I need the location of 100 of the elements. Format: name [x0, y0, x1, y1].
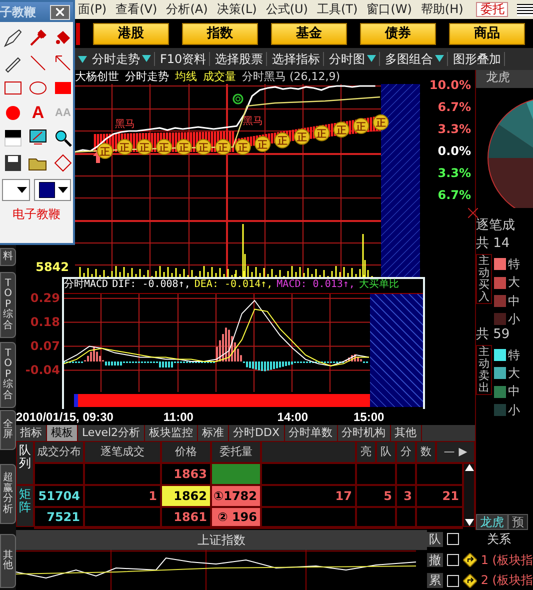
- checkbox[interactable]: [446, 533, 459, 546]
- row-label: 撤: [426, 552, 443, 568]
- market-button[interactable]: 基金: [271, 22, 347, 44]
- indicator-tab[interactable]: 模板: [47, 425, 78, 441]
- menu-item[interactable]: 工具(T): [316, 2, 358, 17]
- side-tab[interactable]: 料: [0, 248, 16, 266]
- dropdown-triangle-icon[interactable]: [367, 55, 376, 62]
- index-panel-title: 上证指数: [16, 530, 427, 550]
- legend-label: 中: [508, 384, 520, 399]
- line-icon[interactable]: [28, 53, 48, 73]
- axis-label: 3.3%: [438, 122, 471, 138]
- nav-control[interactable]: ▶: [458, 445, 468, 459]
- signal-marker: 正: [314, 125, 330, 142]
- dropdown-triangle-icon[interactable]: [435, 55, 444, 62]
- menu-item[interactable]: 查看(V): [116, 2, 158, 17]
- legend-label: 中: [508, 294, 520, 308]
- table-cell: 1: [84, 485, 161, 507]
- chart-header-label: 分时走势: [125, 70, 169, 84]
- diamond-icon: [462, 574, 477, 588]
- column-header: 成交分布: [34, 441, 84, 463]
- toolbar-button[interactable]: F10资料: [157, 52, 210, 66]
- order-button[interactable]: 委托: [476, 2, 508, 18]
- table-cell: [396, 507, 416, 527]
- column-header: 亮: [356, 441, 376, 463]
- filled-circle-icon[interactable]: [3, 103, 23, 123]
- toolbar-button[interactable]: 分时走势: [89, 52, 155, 66]
- axis-label: 0.29: [30, 291, 60, 306]
- menu-item[interactable]: 公式(U): [266, 2, 308, 17]
- legend-label: MACD: [276, 279, 301, 290]
- color-dropdown[interactable]: [34, 179, 71, 201]
- column-header: 逐笔成交: [84, 441, 161, 463]
- signal-marker: 正: [234, 139, 251, 155]
- scroll-bar[interactable]: [463, 463, 475, 527]
- table-cell: [34, 463, 84, 485]
- menu-item[interactable]: 分析(A): [166, 2, 208, 17]
- caret-icon: [58, 187, 68, 193]
- panel-tab[interactable]: 预: [508, 514, 528, 530]
- caret-icon: [16, 187, 27, 193]
- checkbox[interactable]: [446, 554, 459, 566]
- legend-label: 特: [508, 348, 520, 362]
- side-tab[interactable]: TOP综合: [0, 272, 16, 338]
- toolbar-button[interactable]: 分时图: [326, 52, 380, 66]
- price-cell: 1861: [161, 507, 211, 527]
- panel-tab[interactable]: 龙虎: [476, 514, 508, 530]
- pencil-icon[interactable]: [3, 28, 23, 48]
- toolbar-button[interactable]: 图形叠加: [450, 52, 506, 66]
- market-button[interactable]: 债券: [360, 22, 436, 44]
- row-label: 队: [426, 532, 443, 547]
- text-tool[interactable]: A: [32, 103, 44, 123]
- menu-item[interactable]: 窗口(W): [366, 2, 412, 17]
- time-axis-label: 2010/01/15, 09:30: [16, 410, 114, 424]
- close-icon[interactable]: [468, 208, 478, 218]
- volume-max-label: 5842: [36, 260, 69, 274]
- axis-label: -0.04: [25, 363, 60, 378]
- signal-marker: 正: [116, 139, 133, 155]
- search-icon[interactable]: [53, 128, 73, 148]
- side-tab[interactable]: TOP综合: [0, 342, 16, 408]
- table-cell: 21: [416, 485, 463, 507]
- relation-label: 1 (板块指: [480, 552, 533, 568]
- contrast-swatch-icon[interactable]: [3, 128, 23, 148]
- line-width-dropdown[interactable]: [2, 179, 30, 201]
- toolbar-button[interactable]: 选择股票: [212, 52, 268, 66]
- window-title: 子教鞭: [0, 4, 36, 20]
- color-swatch-icon: [39, 182, 55, 198]
- vertical-label: 矩阵: [16, 485, 34, 527]
- nav-control[interactable]: —: [444, 445, 455, 459]
- side-label: 主动卖出: [476, 344, 492, 395]
- order-cell: ①1782: [211, 485, 261, 507]
- time-axis-label: 15:00: [354, 410, 384, 424]
- diamond-icon[interactable]: [53, 153, 73, 173]
- legend-label: 特: [508, 257, 520, 272]
- toolbar-button[interactable]: 选择指标: [269, 52, 324, 66]
- market-button[interactable]: 港股: [93, 22, 169, 44]
- column-header: 分: [396, 441, 416, 463]
- relation-label: 关系: [486, 532, 511, 547]
- legend-label: 小: [508, 402, 520, 418]
- order-cell: ② 196: [211, 507, 261, 527]
- table-cell: 5: [356, 485, 396, 507]
- menu-item[interactable]: 决策(L): [216, 2, 257, 17]
- checkbox[interactable]: [446, 574, 459, 587]
- dropdown-triangle-icon[interactable]: [142, 55, 151, 62]
- signal-marker: 正: [294, 128, 310, 145]
- signal-marker: 正: [176, 139, 192, 155]
- scroll-down-icon[interactable]: [464, 519, 474, 526]
- side-tab[interactable]: 超赢分析: [0, 464, 16, 524]
- menu-item[interactable]: 面(P): [78, 2, 107, 17]
- dropdown-triangle-icon[interactable]: [78, 56, 87, 62]
- side-tab[interactable]: 全屏: [0, 410, 16, 450]
- arrow-icon[interactable]: [53, 53, 73, 73]
- signal-label: 黑马: [243, 116, 263, 127]
- market-button[interactable]: 商品: [449, 22, 525, 44]
- table-cell: 7521: [34, 507, 84, 527]
- market-button[interactable]: 指数: [182, 22, 258, 44]
- side-tab[interactable]: 其他: [0, 534, 16, 588]
- signal-marker: 正: [353, 118, 370, 134]
- tab-marker: [76, 22, 80, 44]
- menu-item[interactable]: 帮助(H): [420, 2, 464, 17]
- axis-label: 6.7%: [438, 188, 471, 204]
- close-button[interactable]: [50, 4, 70, 20]
- toolbar-button[interactable]: 多图组合: [382, 52, 448, 66]
